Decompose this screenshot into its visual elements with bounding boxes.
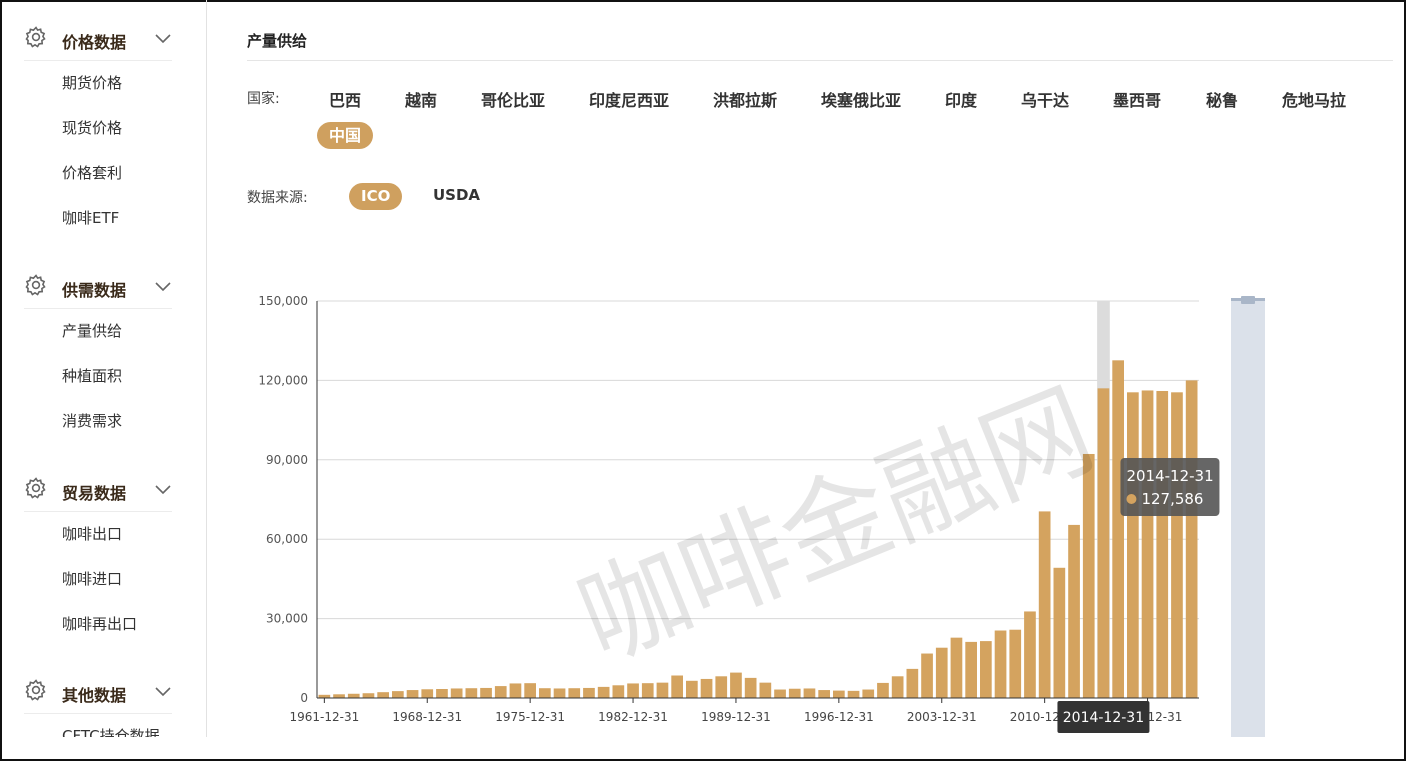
sidebar-group-header[interactable]: 价格数据 xyxy=(24,16,172,61)
sidebar-item[interactable]: 期货价格 xyxy=(24,61,172,106)
source-chip[interactable]: USDA xyxy=(433,186,480,204)
sidebar-group-title: 供需数据 xyxy=(62,281,127,300)
sidebar-group-1: 价格数据期货价格 现货价格 价格套利 咖啡ETF xyxy=(24,16,172,241)
sidebar-group-title: 价格数据 xyxy=(62,33,127,52)
country-chip[interactable]: 危地马拉 xyxy=(1282,87,1346,111)
sidebar-item[interactable]: 咖啡出口 xyxy=(24,512,172,557)
sidebar-item[interactable]: 咖啡再出口 xyxy=(24,602,172,647)
source-label: 数据来源: xyxy=(247,190,308,206)
chevron-down-icon[interactable] xyxy=(154,683,172,697)
sidebar-group-header[interactable]: 供需数据 xyxy=(24,264,172,309)
chevron-down-icon[interactable] xyxy=(154,30,172,44)
sidebar-item[interactable]: 咖啡ETF xyxy=(24,196,172,241)
country-chip[interactable]: 越南 xyxy=(405,87,437,111)
country-chip[interactable]: 中国 xyxy=(317,122,374,149)
country-chip[interactable]: 墨西哥 xyxy=(1113,87,1161,111)
sidebar-group-title: 其他数据 xyxy=(62,686,127,705)
sidebar-item[interactable]: CFTC持仓数据 xyxy=(24,714,172,737)
chevron-down-icon[interactable] xyxy=(154,278,172,292)
country-chip[interactable]: 埃塞俄比亚 xyxy=(821,87,901,111)
source-chip[interactable]: ICO xyxy=(349,183,403,210)
sidebar: 价格数据期货价格 现货价格 价格套利 咖啡ETF 供需数据产量供给 种植面积 消费需求贸易数… xyxy=(0,0,207,737)
country-chip[interactable]: 乌干达 xyxy=(1021,87,1069,111)
country-label: 国家: xyxy=(247,91,280,107)
title-divider xyxy=(247,60,1393,61)
sidebar-group-header[interactable]: 其他数据 xyxy=(24,669,172,714)
window-frame xyxy=(0,0,1406,761)
country-chip[interactable]: 哥伦比亚 xyxy=(481,87,545,111)
country-chip[interactable]: 巴西 xyxy=(329,87,361,111)
gear-icon xyxy=(24,476,48,500)
chevron-down-icon[interactable] xyxy=(154,481,172,495)
gear-icon xyxy=(24,678,48,702)
gear-icon xyxy=(24,273,48,297)
sidebar-group-2: 供需数据产量供给 种植面积 消费需求 xyxy=(24,264,172,444)
sidebar-item[interactable]: 咖啡进口 xyxy=(24,557,172,602)
gear-icon xyxy=(24,25,48,49)
country-chip[interactable]: 洪都拉斯 xyxy=(713,87,777,111)
sidebar-group-header[interactable]: 贸易数据 xyxy=(24,467,172,512)
country-chip[interactable]: 印度尼西亚 xyxy=(589,87,669,111)
page-title: 产量供给 xyxy=(247,32,308,50)
sidebar-item[interactable]: 种植面积 xyxy=(24,354,172,399)
country-chip[interactable]: 秘鲁 xyxy=(1206,87,1238,111)
sidebar-group-title: 贸易数据 xyxy=(62,484,127,503)
sidebar-item[interactable]: 现货价格 xyxy=(24,106,172,151)
sidebar-item[interactable]: 产量供给 xyxy=(24,309,172,354)
country-chip[interactable]: 印度 xyxy=(945,87,977,111)
sidebar-item[interactable]: 价格套利 xyxy=(24,151,172,196)
sidebar-item[interactable]: 消费需求 xyxy=(24,399,172,444)
sidebar-group-3: 贸易数据咖啡出口 咖啡进口 咖啡再出口 xyxy=(24,467,172,647)
sidebar-group-4: 其他数据 CFTC持仓数据 xyxy=(24,669,172,737)
